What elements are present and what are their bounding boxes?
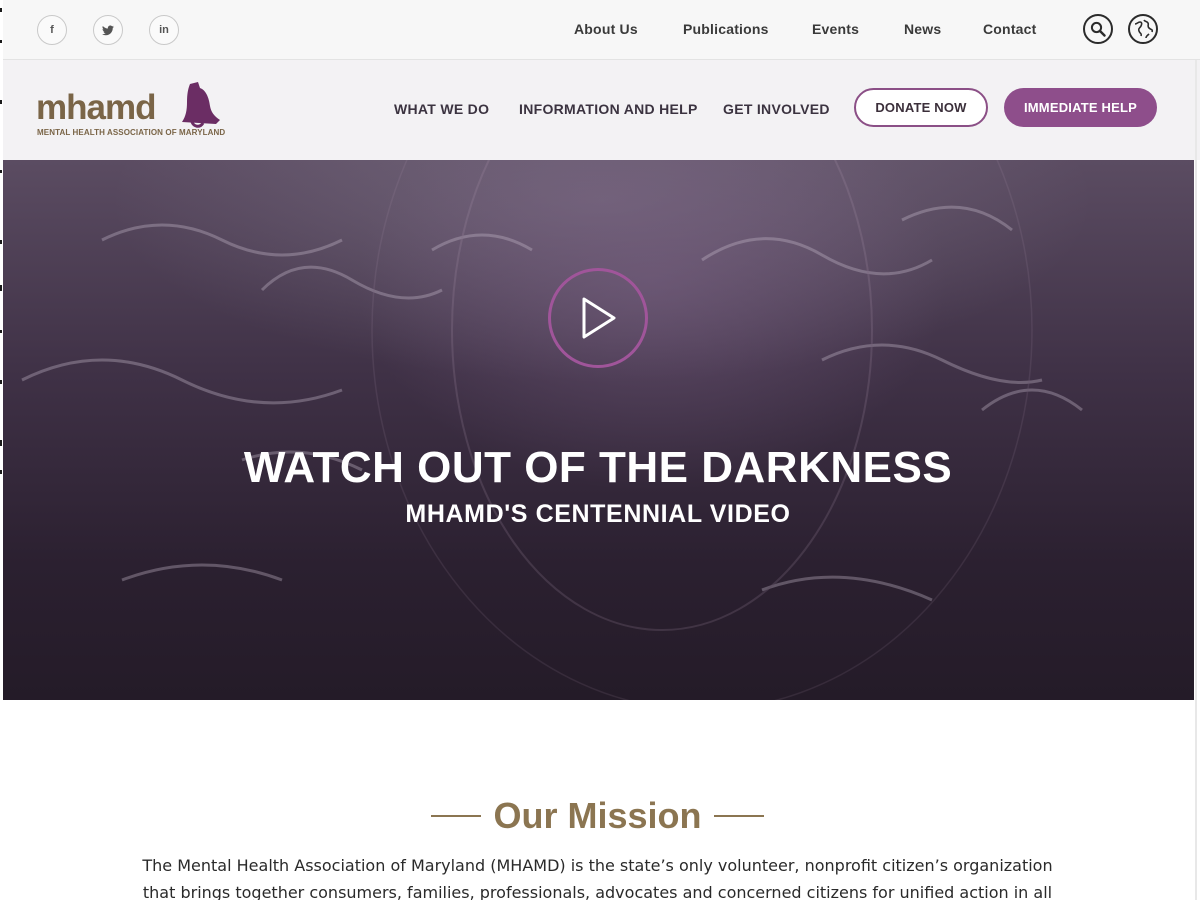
utility-link-news[interactable]: News [904, 21, 941, 37]
mission-text: The Mental Health Association of Marylan… [142, 856, 1053, 900]
nav-get-involved[interactable]: GET INVOLVED [723, 101, 830, 117]
logo-wordmark: mhamd [36, 88, 156, 127]
donate-now-button[interactable]: DONATE NOW [854, 88, 988, 127]
utility-link-publications[interactable]: Publications [683, 21, 769, 37]
utility-link-events[interactable]: Events [812, 21, 859, 37]
facebook-icon[interactable]: f [37, 15, 67, 45]
utility-link-contact[interactable]: Contact [983, 21, 1037, 37]
left-edge-artifact [0, 0, 3, 900]
liberty-bell-icon [182, 82, 220, 128]
hero-title: WATCH OUT OF THE DARKNESS [243, 443, 953, 492]
page-right-border [1195, 60, 1197, 900]
play-video-button[interactable] [548, 268, 648, 368]
play-icon [582, 297, 616, 339]
twitter-icon[interactable] [93, 15, 123, 45]
hero-video-banner[interactable]: WATCH OUT OF THE DARKNESS MHAMD'S CENTEN… [2, 160, 1194, 700]
hero-subtitle: MHAMD'S CENTENNIAL VIDEO [405, 500, 791, 528]
mission-title: Our Mission [493, 795, 702, 836]
logo-tagline: MENTAL HEALTH ASSOCIATION OF MARYLAND [37, 128, 226, 137]
utility-bar: f in About Us Publications Events News C… [0, 0, 1200, 60]
heading-rule-right [713, 815, 764, 817]
nav-what-we-do[interactable]: WHAT WE DO [394, 101, 489, 117]
search-icon[interactable] [1083, 14, 1113, 44]
twitter-bird-icon [102, 25, 114, 35]
globe-icon[interactable] [1128, 14, 1158, 44]
globe-map-icon [1134, 19, 1154, 39]
main-header: mhamd MENTAL HEALTH ASSOCIATION OF MARYL… [0, 60, 1200, 160]
mission-heading: Our Mission [0, 795, 1195, 837]
site-logo[interactable]: mhamd MENTAL HEALTH ASSOCIATION OF MARYL… [36, 82, 226, 142]
utility-link-about-us[interactable]: About Us [574, 21, 638, 37]
facebook-glyph: f [50, 24, 54, 36]
heading-rule-left [431, 815, 482, 817]
hero-background-image [21, 160, 1083, 700]
linkedin-icon[interactable]: in [149, 15, 179, 45]
immediate-help-button[interactable]: IMMEDIATE HELP [1004, 88, 1157, 127]
linkedin-glyph: in [159, 24, 169, 36]
magnifier-icon [1090, 21, 1106, 37]
nav-information-and-help[interactable]: INFORMATION AND HELP [519, 101, 698, 117]
